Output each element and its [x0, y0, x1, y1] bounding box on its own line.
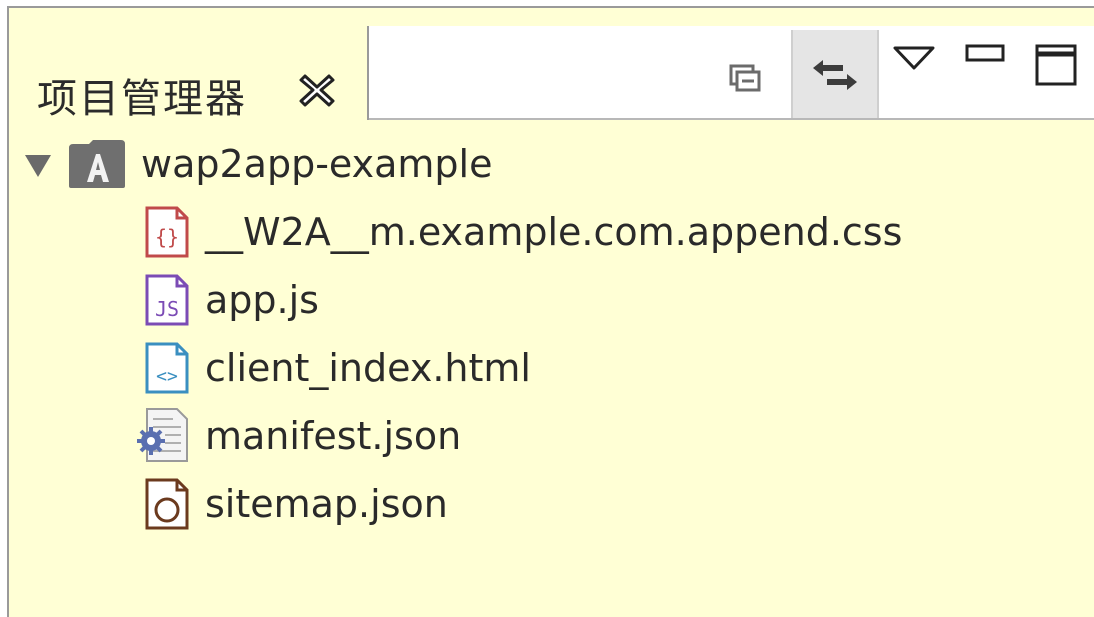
view-menu-button[interactable]	[887, 34, 941, 106]
svg-text:{}: {}	[155, 225, 179, 249]
tree-item-project[interactable]: wap2app-example	[23, 136, 492, 192]
file-label: app.js	[205, 278, 319, 322]
file-label: sitemap.json	[205, 482, 448, 526]
collapse-all-button[interactable]	[717, 38, 781, 110]
project-explorer-panel: 项目管理器 wap2app-example {} __W2A__m.exampl…	[7, 6, 1094, 617]
link-with-editor-icon	[813, 60, 857, 90]
close-icon[interactable]	[297, 70, 337, 110]
maximize-button[interactable]	[1029, 34, 1089, 106]
html-file-icon: <>	[145, 342, 189, 394]
minimize-button[interactable]	[959, 34, 1013, 106]
manifest-file-icon	[137, 408, 188, 462]
svg-text:<>: <>	[156, 366, 178, 387]
svg-text:JS: JS	[155, 297, 179, 321]
view-menu-icon	[893, 46, 935, 70]
file-label: client_index.html	[205, 346, 531, 390]
tab-project-explorer[interactable]: 项目管理器	[9, 26, 369, 122]
js-file-icon: JS	[145, 274, 189, 326]
sitemap-file-icon	[145, 478, 189, 530]
collapse-all-icon	[729, 64, 761, 92]
css-file-icon: {}	[145, 206, 189, 258]
maximize-icon	[1035, 44, 1077, 86]
project-label: wap2app-example	[141, 142, 493, 186]
tree-item-file[interactable]: JS app.js	[139, 272, 319, 328]
expand-arrow-icon[interactable]	[23, 149, 53, 179]
file-label: __W2A__m.example.com.append.css	[205, 210, 903, 254]
tree-item-file[interactable]: {} __W2A__m.example.com.append.css	[139, 204, 902, 260]
tree-item-file[interactable]: manifest.json	[133, 408, 461, 464]
tree-item-file[interactable]: <> client_index.html	[139, 340, 531, 396]
file-label: manifest.json	[205, 414, 462, 458]
tree-item-file[interactable]: sitemap.json	[139, 476, 448, 532]
minimize-icon	[965, 44, 1005, 62]
app-project-icon	[69, 140, 125, 188]
panel-header: 项目管理器	[9, 8, 1094, 122]
tab-title: 项目管理器	[37, 76, 247, 122]
link-with-editor-button[interactable]	[791, 30, 879, 118]
